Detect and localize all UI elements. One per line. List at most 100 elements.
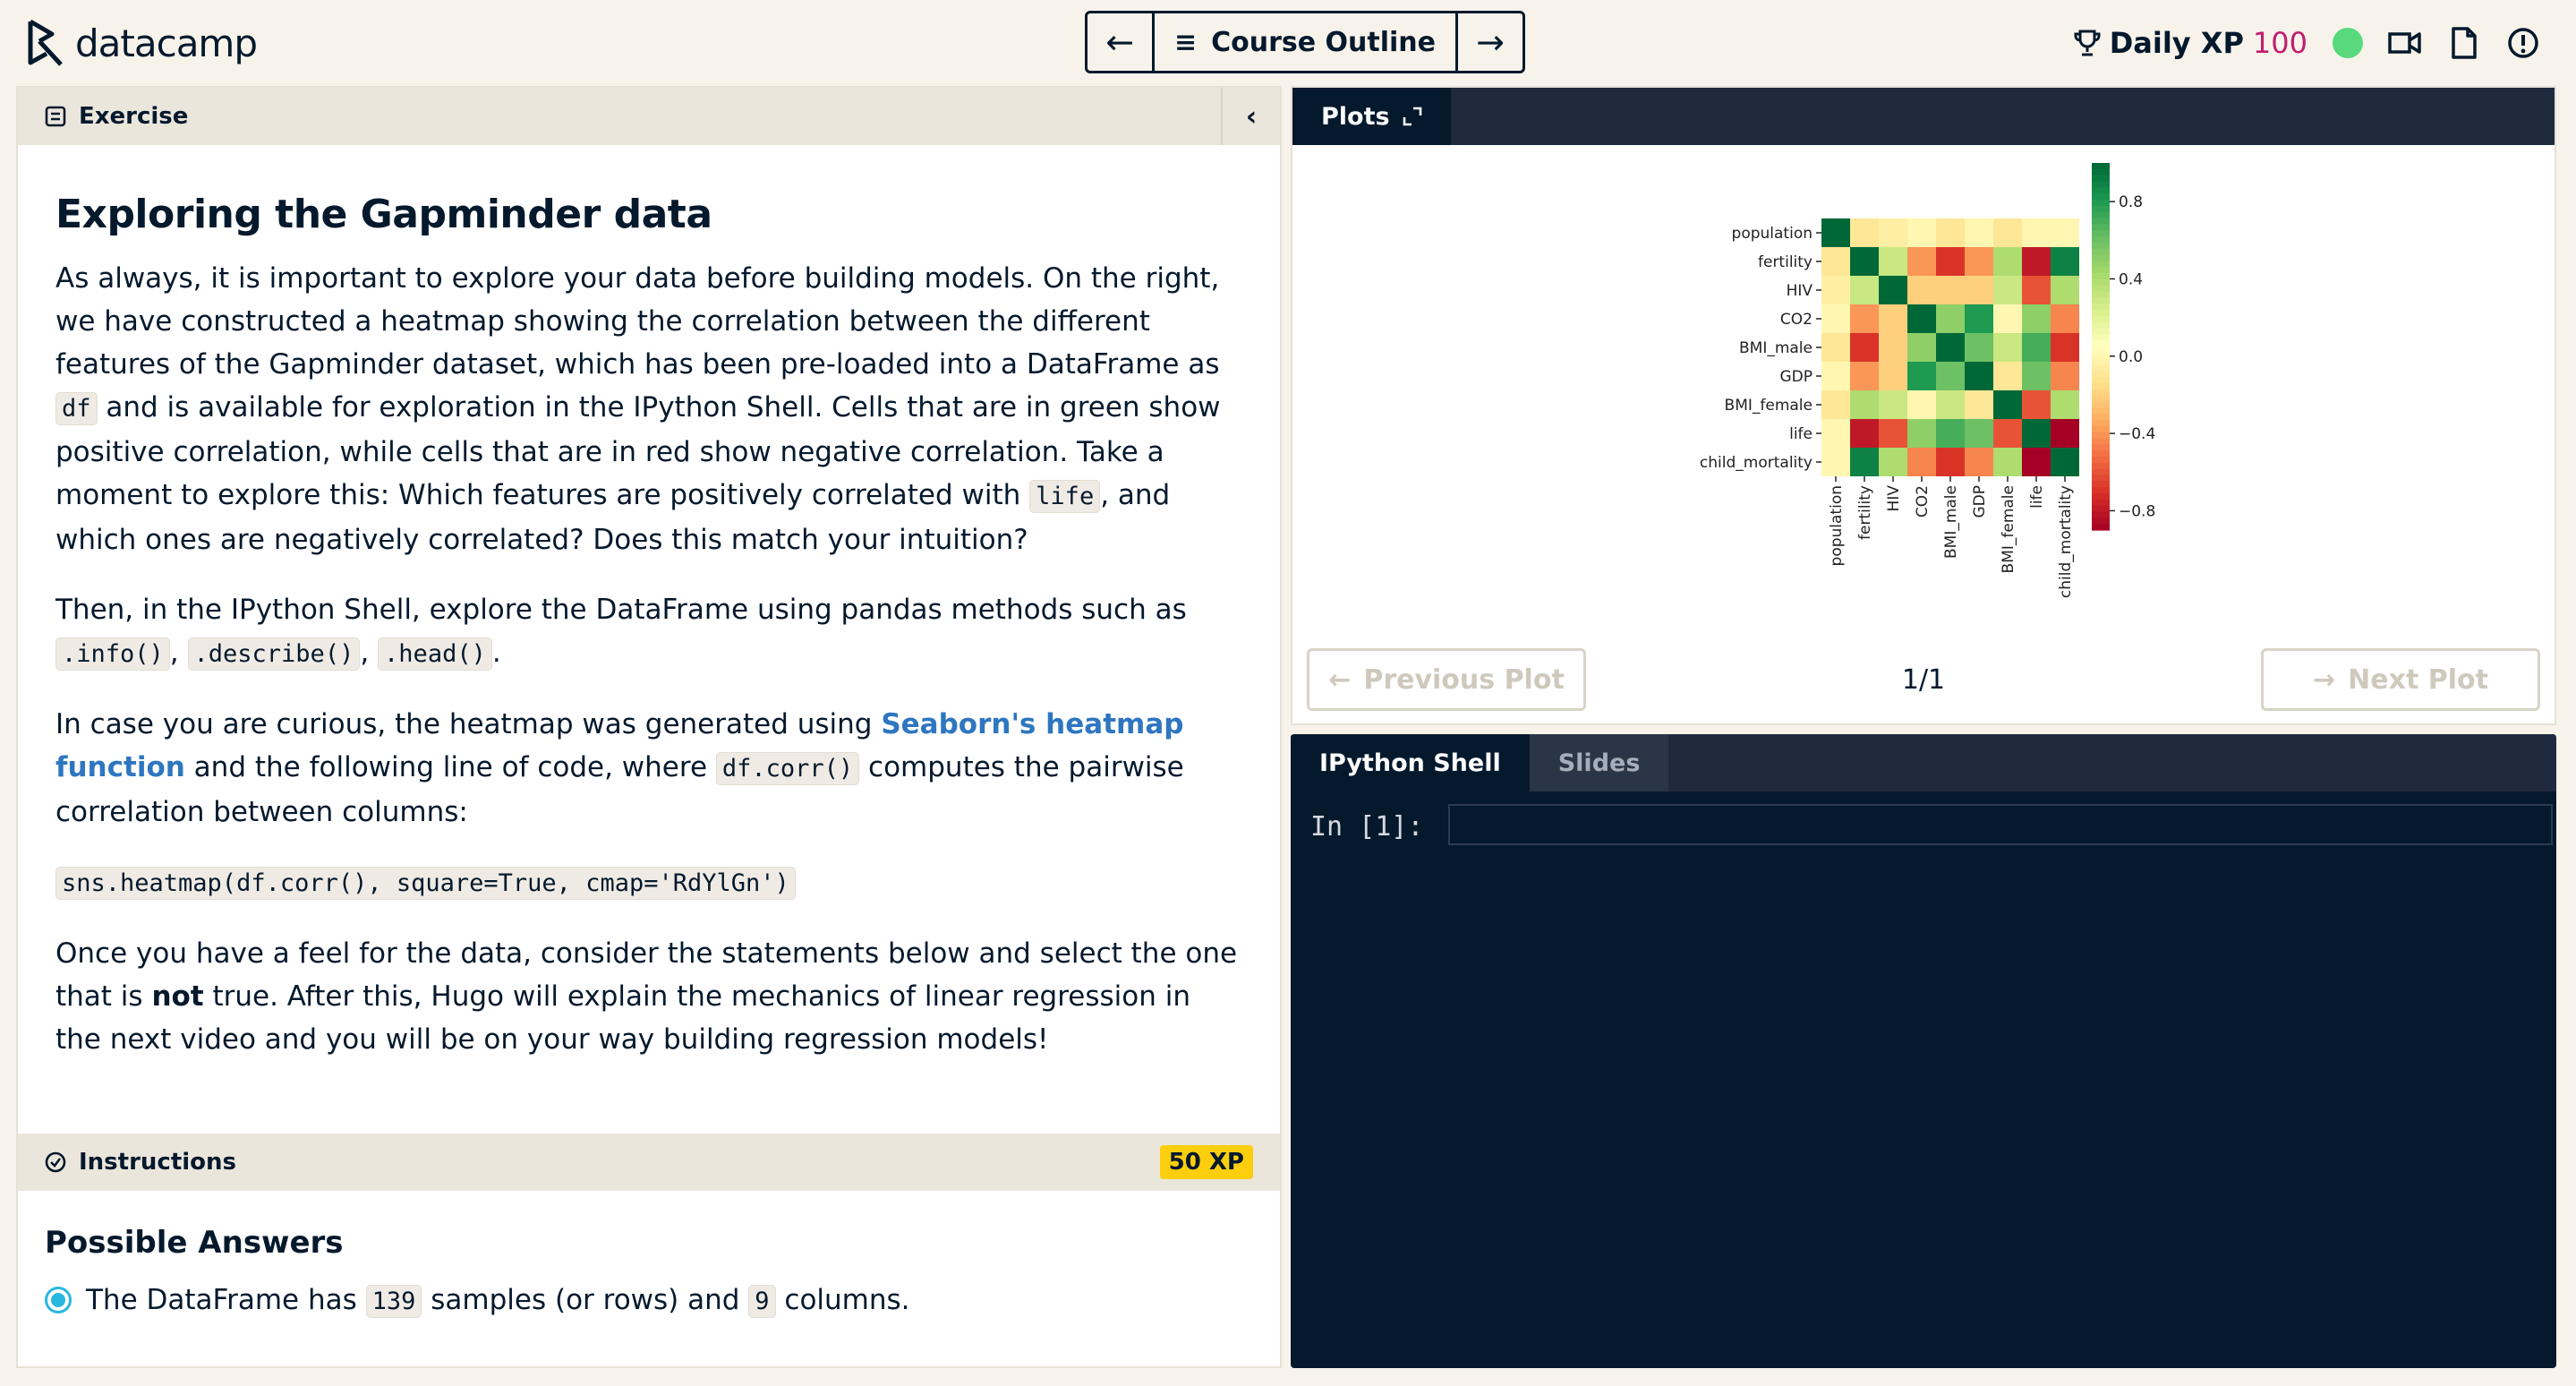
colorbar-segment bbox=[2092, 181, 2110, 188]
report-issue-button[interactable] bbox=[2506, 26, 2540, 60]
next-plot-button[interactable]: → Next Plot bbox=[2261, 648, 2540, 711]
next-plot-label: Next Plot bbox=[2348, 663, 2488, 696]
heatmap-cell bbox=[1907, 218, 1936, 247]
heatmap-cell bbox=[1907, 390, 1936, 419]
heatmap-cell bbox=[1993, 276, 2022, 304]
datacamp-logo-icon bbox=[28, 19, 63, 66]
paragraph-methods: Then, in the IPython Shell, explore the … bbox=[55, 588, 1242, 676]
heatmap-cell bbox=[2022, 276, 2051, 304]
previous-plot-button[interactable]: ← Previous Plot bbox=[1307, 648, 1586, 711]
heatmap-cell bbox=[1879, 333, 1907, 362]
heatmap-cell bbox=[1850, 362, 1879, 390]
xp-badge: 50 XP bbox=[1159, 1145, 1253, 1179]
previous-exercise-button[interactable]: ← bbox=[1088, 13, 1155, 71]
heatmap-cell bbox=[1907, 419, 1936, 448]
colorbar-segment bbox=[2092, 468, 2110, 476]
text: . bbox=[491, 637, 501, 669]
y-tick-label: life bbox=[1789, 425, 1813, 443]
radio-button[interactable] bbox=[45, 1287, 72, 1313]
colorbar-segment bbox=[2092, 163, 2110, 170]
previous-plot-label: Previous Plot bbox=[1363, 663, 1565, 696]
colorbar-segment bbox=[2092, 407, 2110, 415]
heatmap-cell bbox=[1821, 390, 1850, 419]
arrow-right-icon: → bbox=[2313, 663, 2336, 696]
colorbar-segment bbox=[2092, 493, 2110, 500]
tab-ipython-shell[interactable]: IPython Shell bbox=[1291, 734, 1530, 791]
paragraph-code-line: sns.heatmap(df.corr(), square=True, cmap… bbox=[55, 860, 1242, 905]
exercise-tab-label: Exercise bbox=[79, 103, 189, 130]
text: The DataFrame has bbox=[86, 1284, 366, 1316]
colorbar-segment bbox=[2092, 187, 2110, 194]
heatmap-cell bbox=[2022, 247, 2051, 276]
tab-plots[interactable]: Plots bbox=[1292, 88, 1451, 145]
y-tick-label: fertility bbox=[1758, 253, 1813, 271]
heatmap-cell bbox=[1965, 276, 1993, 304]
course-outline-button[interactable]: ≡ Course Outline bbox=[1155, 13, 1455, 71]
heatmap-cell bbox=[1965, 247, 1993, 276]
heatmap-cell bbox=[2022, 304, 2051, 333]
colorbar-tick-label: 0.8 bbox=[2119, 193, 2143, 211]
video-button[interactable] bbox=[2388, 26, 2422, 60]
heatmap-cell bbox=[1936, 419, 1965, 448]
answer-option[interactable]: The DataFrame has 139 samples (or rows) … bbox=[45, 1284, 1253, 1318]
heatmap-cell bbox=[1907, 448, 1936, 476]
x-tick-label: HIV bbox=[1885, 485, 1903, 512]
colorbar-segment bbox=[2092, 193, 2110, 201]
colorbar-segment bbox=[2092, 389, 2110, 397]
heatmap-cell bbox=[1907, 333, 1936, 362]
colorbar-segment bbox=[2092, 475, 2110, 482]
heatmap-cell bbox=[1850, 247, 1879, 276]
heatmap-cell bbox=[2022, 362, 2051, 390]
heatmap-cell bbox=[1965, 419, 1993, 448]
inline-code: .describe() bbox=[187, 637, 361, 671]
heatmap-cell bbox=[2022, 390, 2051, 419]
heatmap-cell bbox=[2051, 390, 2079, 419]
inline-code: 9 bbox=[748, 1285, 776, 1318]
datacamp-logo[interactable]: datacamp bbox=[25, 16, 258, 70]
heatmap-cell bbox=[1821, 276, 1850, 304]
colorbar-segment bbox=[2092, 414, 2110, 421]
tab-slides[interactable]: Slides bbox=[1529, 734, 1669, 791]
possible-answers: Possible Answers The DataFrame has 139 s… bbox=[45, 1216, 1253, 1318]
heatmap-cell bbox=[1993, 218, 2022, 247]
slides-button[interactable] bbox=[2447, 26, 2481, 60]
code-snippet: sns.heatmap(df.corr(), square=True, cmap… bbox=[55, 867, 796, 900]
colorbar-tick-label: −0.4 bbox=[2119, 425, 2155, 443]
y-tick-label: GDP bbox=[1779, 368, 1813, 386]
colorbar-segment bbox=[2092, 261, 2110, 268]
colorbar-segment bbox=[2092, 291, 2110, 298]
arrow-right-icon: → bbox=[1476, 22, 1505, 62]
x-tick-label: CO2 bbox=[1914, 485, 1932, 518]
collapse-panel-button[interactable]: ‹ bbox=[1221, 88, 1280, 145]
radio-selected-dot bbox=[51, 1293, 65, 1307]
heatmap-cell bbox=[1879, 276, 1907, 304]
arrow-left-icon: ← bbox=[1328, 663, 1352, 696]
heatmap-cell bbox=[1965, 333, 1993, 362]
x-tick-label: GDP bbox=[1971, 485, 1989, 518]
heatmap-cell bbox=[1821, 448, 1850, 476]
heatmap-cell bbox=[1879, 419, 1907, 448]
inline-code: .head() bbox=[378, 637, 492, 671]
heatmap-cell bbox=[1936, 362, 1965, 390]
shell-input[interactable] bbox=[1448, 804, 2553, 845]
daily-xp[interactable]: Daily XP 100 bbox=[2074, 26, 2307, 60]
next-exercise-button[interactable]: → bbox=[1455, 13, 1523, 71]
heatmap-cell bbox=[1965, 448, 1993, 476]
colorbar-segment bbox=[2092, 334, 2110, 341]
colorbar-segment bbox=[2092, 395, 2110, 403]
inline-code: .info() bbox=[55, 637, 170, 671]
colorbar-segment bbox=[2092, 401, 2110, 408]
menu-icon: ≡ bbox=[1173, 26, 1198, 58]
colorbar-segment bbox=[2092, 505, 2110, 513]
inline-code: df.corr() bbox=[715, 752, 860, 785]
colorbar-segment bbox=[2092, 304, 2110, 311]
heatmap-cell bbox=[1821, 333, 1850, 362]
heatmap-cell bbox=[2022, 448, 2051, 476]
answer-text: The DataFrame has 139 samples (or rows) … bbox=[86, 1284, 910, 1318]
paragraph-next-steps: Once you have a feel for the data, consi… bbox=[55, 932, 1242, 1061]
colorbar-segment bbox=[2092, 377, 2110, 384]
inline-code: 139 bbox=[365, 1285, 422, 1318]
colorbar-segment bbox=[2092, 420, 2110, 427]
heatmap-cell bbox=[2022, 218, 2051, 247]
heatmap-cell bbox=[1965, 390, 1993, 419]
